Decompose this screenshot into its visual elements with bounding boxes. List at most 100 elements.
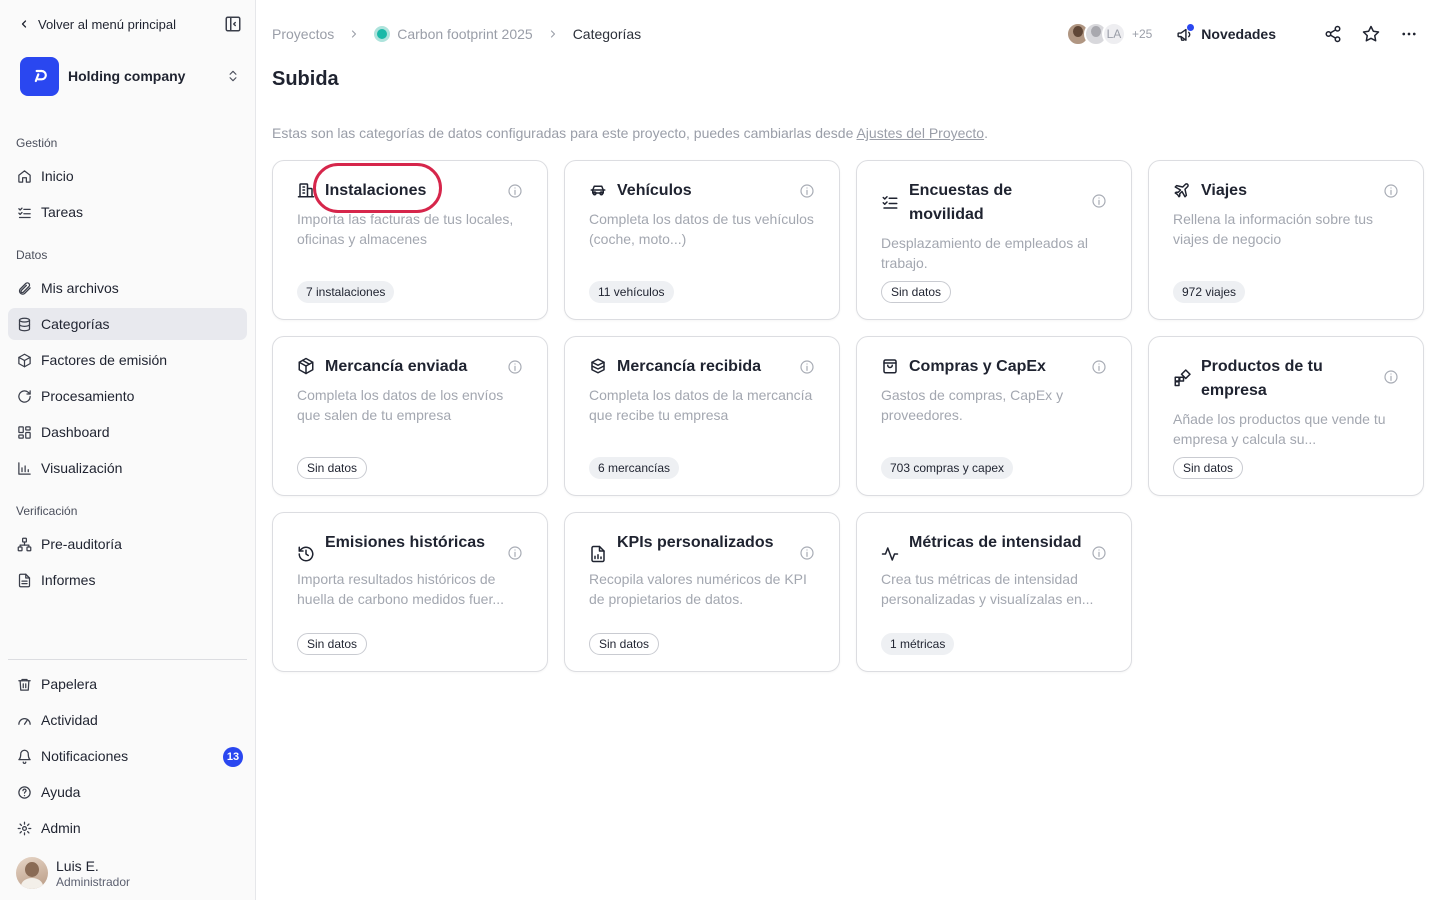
card-title: Métricas de intensidad xyxy=(909,534,1082,551)
checklist-icon xyxy=(882,196,898,209)
building-icon xyxy=(297,183,315,198)
org-switcher[interactable]: Holding company xyxy=(20,56,240,96)
card-title: Encuestas de movilidad xyxy=(909,182,1013,223)
card-description: Importa las facturas de tus locales, ofi… xyxy=(297,211,514,247)
sidebar-item-ayuda[interactable]: Ayuda xyxy=(8,776,247,808)
breadcrumb: Proyectos Carbon footprint 2025 Categorí… xyxy=(272,24,641,44)
home-icon xyxy=(18,169,31,183)
sidebar-item-mis-archivos[interactable]: Mis archivos xyxy=(8,272,247,304)
card-title: Mercancía recibida xyxy=(617,358,762,375)
back-to-main-menu-link[interactable]: Volver al menú principal xyxy=(18,17,176,32)
category-card[interactable]: Encuestas de movilidad Desplazamiento de … xyxy=(856,160,1132,320)
network-icon xyxy=(17,537,32,551)
sidebar: Volver al menú principal Holding company… xyxy=(0,0,256,900)
sidebar-divider xyxy=(8,659,247,660)
share-icon[interactable] xyxy=(1324,25,1342,43)
sidebar-item-procesamiento[interactable]: Procesamiento xyxy=(8,380,247,412)
card-title: Viajes xyxy=(1201,182,1247,199)
info-icon[interactable] xyxy=(507,545,523,561)
sidebar-item-inicio[interactable]: Inicio xyxy=(8,160,247,192)
project-members[interactable]: LA +25 xyxy=(1065,22,1152,46)
info-icon[interactable] xyxy=(799,545,815,561)
gauge-icon xyxy=(18,717,31,725)
info-icon[interactable] xyxy=(1383,369,1399,385)
card-count-badge: 972 viajes xyxy=(1173,281,1246,303)
card-count-badge: 6 mercancías xyxy=(589,457,680,479)
info-icon[interactable] xyxy=(1091,359,1107,375)
chevron-right-icon xyxy=(550,30,555,38)
card-title: KPIs personalizados xyxy=(617,534,774,551)
category-card[interactable]: Métricas de intensidad Crea tus métricas … xyxy=(856,512,1132,672)
sidebar-item-label: Categorías xyxy=(41,316,110,332)
info-icon[interactable] xyxy=(507,183,523,199)
card-header: Compras y CapEx xyxy=(881,355,1107,379)
project-status-dot-icon xyxy=(374,26,391,42)
car-icon xyxy=(590,185,606,196)
category-card[interactable]: Mercancía recibida Completa los datos de … xyxy=(564,336,840,496)
category-card[interactable]: Emisiones históricas Importa resultados h… xyxy=(272,512,548,672)
sidebar-item-informes[interactable]: Informes xyxy=(8,564,247,596)
file-chart-icon xyxy=(591,545,605,563)
shopping-bag-icon xyxy=(883,359,897,374)
sidebar-item-notificaciones[interactable]: Notificaciones 13 xyxy=(8,740,247,772)
sidebar-item-actividad[interactable]: Actividad xyxy=(8,704,247,736)
info-icon[interactable] xyxy=(1091,545,1107,561)
card-description: Importa resultados históricos de huella … xyxy=(297,571,505,607)
category-card[interactable]: Viajes Rellena la información sobre tus v… xyxy=(1148,160,1424,320)
info-icon[interactable] xyxy=(1383,183,1399,199)
history-icon xyxy=(298,546,314,562)
card-header: Vehículos xyxy=(589,179,815,203)
more-horizontal-icon[interactable] xyxy=(1400,25,1418,43)
intro-text: Estas son las categorías de datos config… xyxy=(272,125,988,141)
category-card[interactable]: Mercancía enviada Completa los datos de l… xyxy=(272,336,548,496)
bar-chart-icon xyxy=(18,461,31,475)
category-card[interactable]: Compras y CapEx Gastos de compras, CapEx … xyxy=(856,336,1132,496)
sidebar-item-tareas[interactable]: Tareas xyxy=(8,196,247,228)
category-card[interactable]: Vehículos Completa los datos de tus vehíc… xyxy=(564,160,840,320)
project-settings-link[interactable]: Ajustes del Proyecto xyxy=(856,125,984,141)
breadcrumb-project[interactable]: Carbon footprint 2025 xyxy=(397,26,532,42)
sidebar-item-pre-auditoria[interactable]: Pre-auditoría xyxy=(8,528,247,560)
chevron-left-icon xyxy=(21,20,27,28)
card-description: Rellena la información sobre tus viajes … xyxy=(1173,211,1373,247)
info-icon[interactable] xyxy=(799,359,815,375)
gear-icon xyxy=(17,821,32,835)
back-row: Volver al menú principal xyxy=(18,14,242,34)
info-icon[interactable] xyxy=(1091,193,1107,209)
breadcrumb-proyectos[interactable]: Proyectos xyxy=(272,26,334,42)
sidebar-item-papelera[interactable]: Papelera xyxy=(8,668,247,700)
plane-icon xyxy=(1174,183,1189,198)
chevron-right-icon xyxy=(352,30,357,38)
category-card[interactable]: Instalaciones Importa las facturas de tus… xyxy=(272,160,548,320)
info-icon[interactable] xyxy=(799,183,815,199)
card-header: KPIs personalizados xyxy=(589,531,815,563)
sidebar-item-label: Tareas xyxy=(41,204,84,220)
category-card[interactable]: Productos de tu empresa Añade los product… xyxy=(1148,336,1424,496)
novedades-button[interactable]: Novedades xyxy=(1176,23,1276,43)
products-icon xyxy=(1174,369,1191,387)
sidebar-item-label: Dashboard xyxy=(41,424,110,440)
star-icon[interactable] xyxy=(1362,25,1380,43)
avatar-initials: LA xyxy=(1101,22,1126,46)
info-icon[interactable] xyxy=(507,359,523,375)
sidebar-item-visualizacion[interactable]: Visualización xyxy=(8,452,247,484)
card-header: Viajes xyxy=(1173,179,1399,203)
refresh-icon xyxy=(18,389,31,403)
sidebar-toggle-icon[interactable] xyxy=(224,15,242,33)
card-description: Completa los datos de tus vehículos (coc… xyxy=(589,211,814,247)
sidebar-item-categorias[interactable]: Categorías xyxy=(8,308,247,340)
user-name: Luis E. xyxy=(56,857,99,874)
card-count-badge: Sin datos xyxy=(1173,457,1244,479)
header-actions: LA +25 Novedades xyxy=(1065,20,1418,48)
sidebar-item-dashboard[interactable]: Dashboard xyxy=(8,416,247,448)
card-title: Compras y CapEx xyxy=(909,358,1046,375)
sidebar-item-label: Notificaciones xyxy=(41,748,129,764)
sidebar-item-admin[interactable]: Admin xyxy=(8,812,247,844)
sidebar-item-label: Pre-auditoría xyxy=(41,536,122,552)
card-count-badge: Sin datos xyxy=(297,633,368,655)
intro-text-end: . xyxy=(984,125,988,141)
user-profile[interactable]: Luis E. Administrador xyxy=(16,856,240,890)
category-card[interactable]: KPIs personalizados Recopila valores numé… xyxy=(564,512,840,672)
sidebar-item-factores-emision[interactable]: Factores de emisión xyxy=(8,344,247,376)
org-logo xyxy=(20,56,59,96)
